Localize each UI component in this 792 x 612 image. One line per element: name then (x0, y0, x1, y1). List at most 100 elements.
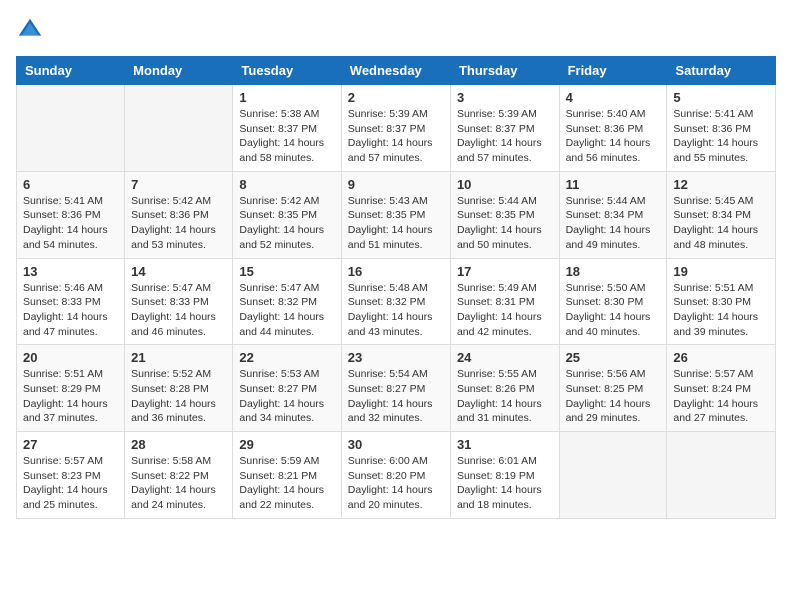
day-number: 8 (239, 177, 334, 192)
day-number: 26 (673, 350, 769, 365)
calendar-cell: 16Sunrise: 5:48 AM Sunset: 8:32 PM Dayli… (341, 258, 450, 345)
calendar-cell: 5 Sunrise: 5:41 AM Sunset: 8:36 PM Daylig… (667, 85, 776, 172)
day-info: Sunrise: 5:51 AM Sunset: 8:30 PM Dayligh… (673, 281, 769, 340)
calendar-week-row: 1Sunrise: 5:38 AM Sunset: 8:37 PM Daylig… (17, 85, 776, 172)
calendar-cell: 21 Sunrise: 5:52 AM Sunset: 8:28 PM Dayli… (125, 345, 233, 432)
calendar-cell: 20Sunrise: 5:51 AM Sunset: 8:29 PM Dayli… (17, 345, 125, 432)
calendar-header-row: SundayMondayTuesdayWednesdayThursdayFrid… (17, 57, 776, 85)
calendar-cell: 9 Sunrise: 5:43 AM Sunset: 8:35 PM Daylig… (341, 171, 450, 258)
calendar-cell: 8 Sunrise: 5:42 AM Sunset: 8:35 PM Daylig… (233, 171, 341, 258)
calendar-cell (667, 432, 776, 519)
calendar-week-row: 6Sunrise: 5:41 AM Sunset: 8:36 PM Daylig… (17, 171, 776, 258)
day-info: Sunrise: 5:44 AM Sunset: 8:35 PM Dayligh… (457, 194, 553, 253)
page-header (16, 16, 776, 44)
day-number: 4 (566, 90, 661, 105)
calendar-table: SundayMondayTuesdayWednesdayThursdayFrid… (16, 56, 776, 519)
day-info: Sunrise: 5:41 AM Sunset: 8:36 PM Dayligh… (673, 107, 769, 166)
calendar-cell (17, 85, 125, 172)
day-number: 11 (566, 177, 661, 192)
day-number: 22 (239, 350, 334, 365)
day-number: 30 (348, 437, 444, 452)
calendar-header-monday: Monday (125, 57, 233, 85)
day-info: Sunrise: 5:46 AM Sunset: 8:33 PM Dayligh… (23, 281, 118, 340)
calendar-cell: 27 Sunrise: 5:57 AM Sunset: 8:23 PM Dayli… (17, 432, 125, 519)
day-info: Sunrise: 5:57 AM Sunset: 8:23 PM Dayligh… (23, 454, 118, 513)
day-number: 3 (457, 90, 553, 105)
day-info: Sunrise: 5:49 AM Sunset: 8:31 PM Dayligh… (457, 281, 553, 340)
calendar-cell: 1Sunrise: 5:38 AM Sunset: 8:37 PM Daylig… (233, 85, 341, 172)
calendar-week-row: 20Sunrise: 5:51 AM Sunset: 8:29 PM Dayli… (17, 345, 776, 432)
day-number: 24 (457, 350, 553, 365)
day-number: 15 (239, 264, 334, 279)
calendar-cell: 31 Sunrise: 6:01 AM Sunset: 8:19 PM Dayli… (450, 432, 559, 519)
calendar-cell: 26 Sunrise: 5:57 AM Sunset: 8:24 PM Dayli… (667, 345, 776, 432)
day-info: Sunrise: 5:39 AM Sunset: 8:37 PM Dayligh… (348, 107, 444, 166)
calendar-cell: 25 Sunrise: 5:56 AM Sunset: 8:25 PM Dayli… (559, 345, 667, 432)
calendar-cell: 14Sunrise: 5:47 AM Sunset: 8:33 PM Dayli… (125, 258, 233, 345)
day-number: 9 (348, 177, 444, 192)
day-info: Sunrise: 5:56 AM Sunset: 8:25 PM Dayligh… (566, 367, 661, 426)
day-info: Sunrise: 5:58 AM Sunset: 8:22 PM Dayligh… (131, 454, 226, 513)
day-info: Sunrise: 5:42 AM Sunset: 8:36 PM Dayligh… (131, 194, 226, 253)
day-info: Sunrise: 5:50 AM Sunset: 8:30 PM Dayligh… (566, 281, 661, 340)
day-number: 31 (457, 437, 553, 452)
day-info: Sunrise: 6:01 AM Sunset: 8:19 PM Dayligh… (457, 454, 553, 513)
day-number: 21 (131, 350, 226, 365)
day-number: 17 (457, 264, 553, 279)
calendar-week-row: 27 Sunrise: 5:57 AM Sunset: 8:23 PM Dayli… (17, 432, 776, 519)
day-info: Sunrise: 5:44 AM Sunset: 8:34 PM Dayligh… (566, 194, 661, 253)
logo-icon (16, 16, 44, 44)
day-number: 29 (239, 437, 334, 452)
day-info: Sunrise: 5:52 AM Sunset: 8:28 PM Dayligh… (131, 367, 226, 426)
calendar-cell: 18 Sunrise: 5:50 AM Sunset: 8:30 PM Dayli… (559, 258, 667, 345)
day-number: 19 (673, 264, 769, 279)
day-number: 12 (673, 177, 769, 192)
calendar-cell: 13 Sunrise: 5:46 AM Sunset: 8:33 PM Dayli… (17, 258, 125, 345)
day-info: Sunrise: 5:40 AM Sunset: 8:36 PM Dayligh… (566, 107, 661, 166)
day-info: Sunrise: 5:55 AM Sunset: 8:26 PM Dayligh… (457, 367, 553, 426)
day-number: 25 (566, 350, 661, 365)
day-number: 18 (566, 264, 661, 279)
day-number: 2 (348, 90, 444, 105)
day-info: Sunrise: 5:57 AM Sunset: 8:24 PM Dayligh… (673, 367, 769, 426)
calendar-cell: 30Sunrise: 6:00 AM Sunset: 8:20 PM Dayli… (341, 432, 450, 519)
day-number: 23 (348, 350, 444, 365)
calendar-header-sunday: Sunday (17, 57, 125, 85)
day-number: 1 (239, 90, 334, 105)
day-info: Sunrise: 5:42 AM Sunset: 8:35 PM Dayligh… (239, 194, 334, 253)
day-info: Sunrise: 5:53 AM Sunset: 8:27 PM Dayligh… (239, 367, 334, 426)
day-info: Sunrise: 5:51 AM Sunset: 8:29 PM Dayligh… (23, 367, 118, 426)
calendar-cell: 10 Sunrise: 5:44 AM Sunset: 8:35 PM Dayli… (450, 171, 559, 258)
calendar-cell: 6Sunrise: 5:41 AM Sunset: 8:36 PM Daylig… (17, 171, 125, 258)
calendar-cell: 19 Sunrise: 5:51 AM Sunset: 8:30 PM Dayli… (667, 258, 776, 345)
calendar-header-saturday: Saturday (667, 57, 776, 85)
day-info: Sunrise: 5:59 AM Sunset: 8:21 PM Dayligh… (239, 454, 334, 513)
day-info: Sunrise: 5:41 AM Sunset: 8:36 PM Dayligh… (23, 194, 118, 253)
logo (16, 16, 48, 44)
day-info: Sunrise: 5:45 AM Sunset: 8:34 PM Dayligh… (673, 194, 769, 253)
calendar-cell: 4 Sunrise: 5:40 AM Sunset: 8:36 PM Daylig… (559, 85, 667, 172)
calendar-week-row: 13 Sunrise: 5:46 AM Sunset: 8:33 PM Dayli… (17, 258, 776, 345)
day-info: Sunrise: 5:47 AM Sunset: 8:32 PM Dayligh… (239, 281, 334, 340)
calendar-cell (125, 85, 233, 172)
calendar-cell: 17 Sunrise: 5:49 AM Sunset: 8:31 PM Dayli… (450, 258, 559, 345)
day-info: Sunrise: 5:54 AM Sunset: 8:27 PM Dayligh… (348, 367, 444, 426)
day-number: 14 (131, 264, 226, 279)
calendar-cell (559, 432, 667, 519)
calendar-cell: 7 Sunrise: 5:42 AM Sunset: 8:36 PM Daylig… (125, 171, 233, 258)
day-number: 13 (23, 264, 118, 279)
calendar-cell: 3Sunrise: 5:39 AM Sunset: 8:37 PM Daylig… (450, 85, 559, 172)
calendar-cell: 2 Sunrise: 5:39 AM Sunset: 8:37 PM Daylig… (341, 85, 450, 172)
day-number: 10 (457, 177, 553, 192)
calendar-cell: 12 Sunrise: 5:45 AM Sunset: 8:34 PM Dayli… (667, 171, 776, 258)
day-info: Sunrise: 5:43 AM Sunset: 8:35 PM Dayligh… (348, 194, 444, 253)
day-number: 27 (23, 437, 118, 452)
day-number: 7 (131, 177, 226, 192)
calendar-cell: 23 Sunrise: 5:54 AM Sunset: 8:27 PM Dayli… (341, 345, 450, 432)
calendar-cell: 11 Sunrise: 5:44 AM Sunset: 8:34 PM Dayli… (559, 171, 667, 258)
day-number: 28 (131, 437, 226, 452)
day-number: 5 (673, 90, 769, 105)
calendar-cell: 28 Sunrise: 5:58 AM Sunset: 8:22 PM Dayli… (125, 432, 233, 519)
calendar-cell: 29 Sunrise: 5:59 AM Sunset: 8:21 PM Dayli… (233, 432, 341, 519)
day-info: Sunrise: 5:48 AM Sunset: 8:32 PM Dayligh… (348, 281, 444, 340)
